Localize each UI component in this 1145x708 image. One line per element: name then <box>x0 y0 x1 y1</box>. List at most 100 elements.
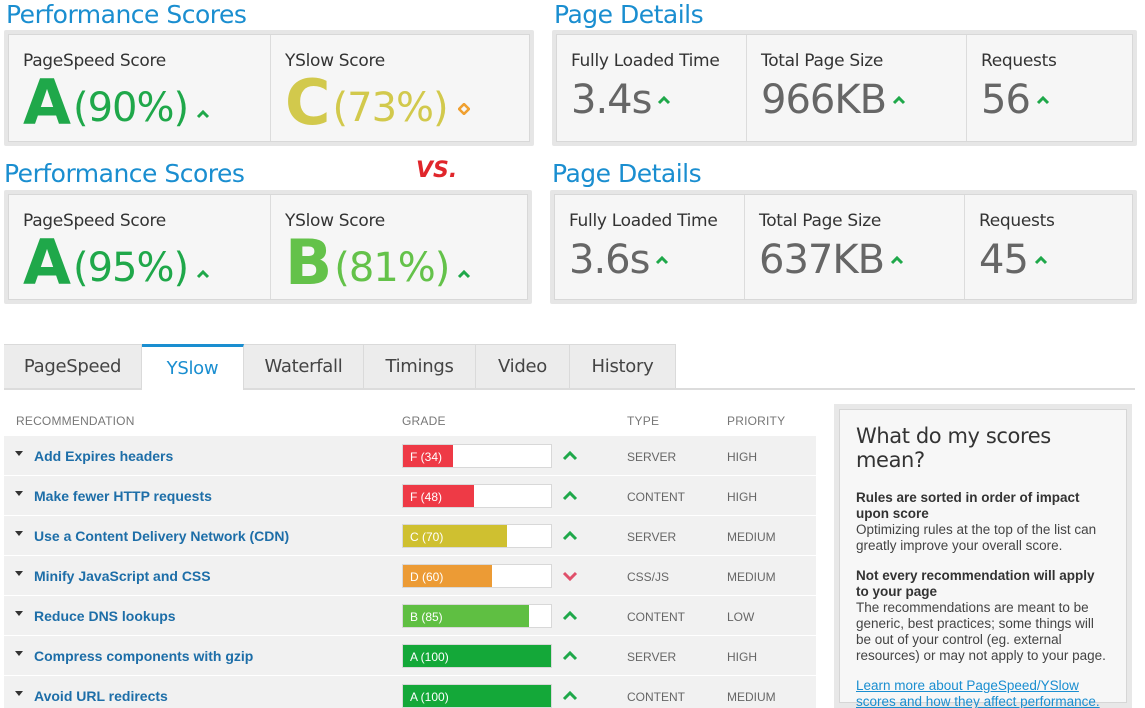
pagespeed-percent: (90%) <box>72 85 189 131</box>
caret-down-icon[interactable] <box>15 491 23 496</box>
tab-pagespeed[interactable]: PageSpeed <box>4 344 142 388</box>
priority-cell: HIGH <box>727 650 757 664</box>
table-header: RECOMMENDATION GRADE TYPE PRIORITY <box>4 406 816 436</box>
header-recommendation: RECOMMENDATION <box>16 414 135 428</box>
pagespeed-percent: (95%) <box>72 245 189 291</box>
requests-cell: Requests 56 <box>967 35 1132 141</box>
arrow-up-icon <box>196 269 210 279</box>
pagespeed-score-cell: PageSpeed Score A (95%) <box>9 195 271 299</box>
priority-cell: HIGH <box>727 490 757 504</box>
yslow-grade: B <box>285 226 333 299</box>
fully-loaded-value: 3.4s <box>571 77 652 123</box>
grade-bar: A (100) <box>402 644 552 668</box>
recommendation-link[interactable]: Minify JavaScript and CSS <box>34 568 211 584</box>
requests-value: 45 <box>979 237 1029 283</box>
table-row[interactable]: Compress components with gzip A (100) SERV… <box>4 636 816 676</box>
chevron-up-icon <box>562 689 578 703</box>
caret-down-icon[interactable] <box>15 451 23 456</box>
recommendation-link[interactable]: Use a Content Delivery Network (CDN) <box>34 528 289 544</box>
table-row[interactable]: Reduce DNS lookups B (85) CONTENT LOW <box>4 596 816 636</box>
panel-text-rules: Optimizing rules at the top of the list … <box>856 522 1097 553</box>
priority-cell: MEDIUM <box>727 530 776 544</box>
performance-scores-card-bottom: PageSpeed Score A (95%) YSlow Score B (8… <box>4 190 532 304</box>
table-row[interactable]: Minify JavaScript and CSS D (60) CSS/JS MED… <box>4 556 816 596</box>
chevron-up-icon <box>562 649 578 663</box>
priority-cell: LOW <box>727 610 755 624</box>
type-cell: SERVER <box>627 530 677 544</box>
caret-down-icon[interactable] <box>15 651 23 656</box>
requests-label: Requests <box>979 211 1055 231</box>
recommendation-link[interactable]: Avoid URL redirects <box>34 688 168 704</box>
requests-value: 56 <box>981 77 1031 123</box>
grade-label: D (60) <box>410 570 444 584</box>
panel-heading-recommendations: Not every recommendation will apply to y… <box>856 568 1095 599</box>
page-size-label: Total Page Size <box>761 51 884 71</box>
fully-loaded-cell: Fully Loaded Time 3.6s <box>555 195 745 299</box>
priority-cell: HIGH <box>727 450 757 464</box>
grade-label: F (34) <box>410 450 443 464</box>
arrow-up-icon <box>457 269 471 279</box>
yslow-percent: (81%) <box>334 245 450 291</box>
learn-more-link[interactable]: Learn more about PageSpeed/YSlow scores … <box>856 678 1110 708</box>
tab-yslow[interactable]: YSlow <box>142 344 244 390</box>
yslow-score-cell: YSlow Score B (81%) <box>271 195 527 299</box>
pagespeed-grade: A <box>23 226 71 299</box>
fully-loaded-value: 3.6s <box>569 237 650 283</box>
tab-timings[interactable]: Timings <box>364 344 476 388</box>
page-details-title-top: Page Details <box>554 0 704 29</box>
priority-cell: MEDIUM <box>727 690 776 704</box>
requests-cell: Requests 45 <box>965 195 1132 299</box>
performance-scores-title-top: Performance Scores <box>6 0 247 29</box>
type-cell: CONTENT <box>627 490 685 504</box>
type-cell: CONTENT <box>627 610 685 624</box>
chevron-up-icon <box>562 609 578 623</box>
arrow-up-icon <box>655 255 669 265</box>
chevron-down-icon <box>562 569 578 583</box>
tab-history[interactable]: History <box>570 344 676 388</box>
table-row[interactable]: Add Expires headers F (34) SERVER HIGH <box>4 436 816 476</box>
chevron-up-icon <box>562 449 578 463</box>
table-row[interactable]: Avoid URL redirects A (100) CONTENT MEDIUM <box>4 676 816 708</box>
yslow-percent: (73%) <box>332 85 449 131</box>
caret-down-icon[interactable] <box>15 571 23 576</box>
diamond-icon <box>457 103 470 115</box>
panel-title: What do my scores mean? <box>856 424 1051 472</box>
page-details-card-bottom: Fully Loaded Time 3.6s Total Page Size 6… <box>550 190 1137 304</box>
report-tabs: PageSpeed YSlow Waterfall Timings Video … <box>4 344 1135 390</box>
page-size-label: Total Page Size <box>759 211 882 231</box>
page-size-value: 637KB <box>759 237 885 283</box>
arrow-up-icon <box>1036 95 1050 105</box>
yslow-grade: C <box>285 66 331 139</box>
panel-heading-rules: Rules are sorted in order of impact upon… <box>856 490 1080 521</box>
page-size-cell: Total Page Size 637KB <box>745 195 965 299</box>
caret-down-icon[interactable] <box>15 611 23 616</box>
performance-scores-card-top: PageSpeed Score A (90%) YSlow Score C (7… <box>4 30 534 146</box>
grade-bar: A (100) <box>402 684 552 708</box>
recommendation-link[interactable]: Make fewer HTTP requests <box>34 488 212 504</box>
fully-loaded-label: Fully Loaded Time <box>569 211 718 231</box>
table-row[interactable]: Make fewer HTTP requests F (48) CONTENT HIG… <box>4 476 816 516</box>
recommendations-table: RECOMMENDATION GRADE TYPE PRIORITY Add E… <box>4 406 816 708</box>
tab-waterfall[interactable]: Waterfall <box>244 344 364 388</box>
yslow-score-cell: YSlow Score C (73%) <box>271 35 529 141</box>
scores-help-panel: What do my scores mean? Rules are sorted… <box>834 404 1132 708</box>
caret-down-icon[interactable] <box>15 531 23 536</box>
tab-video[interactable]: Video <box>476 344 570 388</box>
requests-label: Requests <box>981 51 1057 71</box>
panel-text-recommendations: The recommendations are meant to be gene… <box>856 600 1106 663</box>
recommendation-link[interactable]: Compress components with gzip <box>34 648 253 664</box>
caret-down-icon[interactable] <box>15 691 23 696</box>
grade-bar: F (48) <box>402 484 552 508</box>
grade-label: A (100) <box>410 650 449 664</box>
grade-bar: D (60) <box>402 564 552 588</box>
chevron-up-icon <box>562 529 578 543</box>
grade-label: B (85) <box>410 610 443 624</box>
page-details-title-bottom: Page Details <box>552 159 702 188</box>
grade-label: A (100) <box>410 690 449 704</box>
recommendation-link[interactable]: Add Expires headers <box>34 448 173 464</box>
recommendation-link[interactable]: Reduce DNS lookups <box>34 608 176 624</box>
pagespeed-score-cell: PageSpeed Score A (90%) <box>9 35 271 141</box>
grade-bar: F (34) <box>402 444 552 468</box>
table-row[interactable]: Use a Content Delivery Network (CDN) C (7… <box>4 516 816 556</box>
arrow-up-icon <box>890 255 904 265</box>
